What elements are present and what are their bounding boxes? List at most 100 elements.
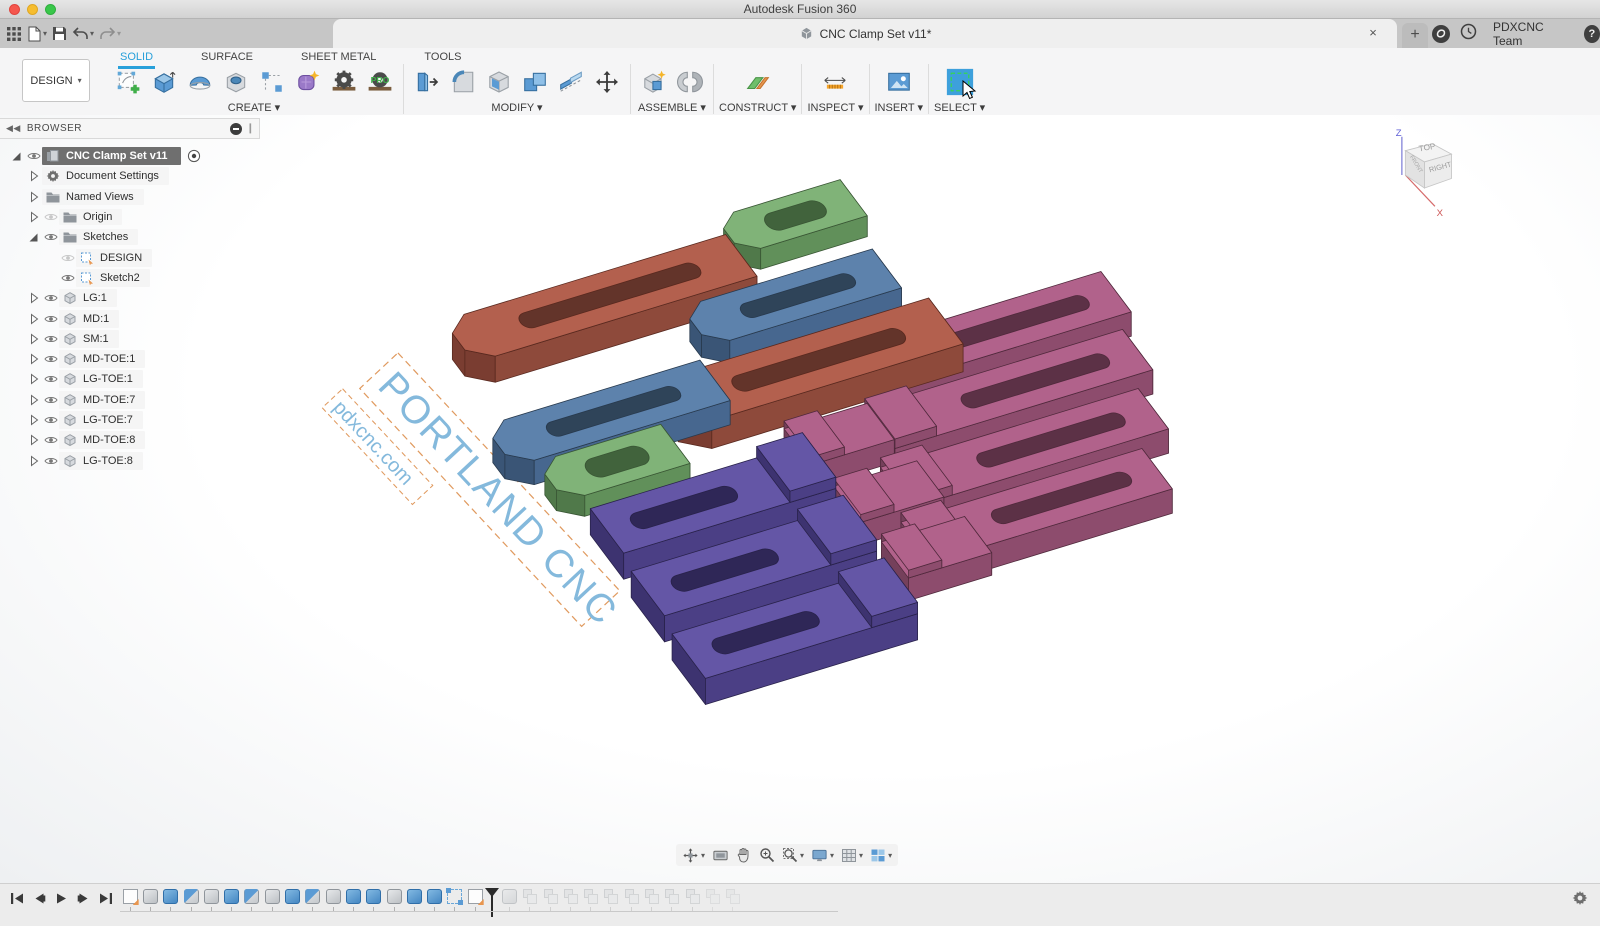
step-forward-icon[interactable] xyxy=(77,892,90,910)
browser-row-lg-toe-8[interactable]: LG-TOE:8 xyxy=(0,450,260,470)
expander-collapsed-icon[interactable] xyxy=(25,373,42,385)
viewports-icon[interactable]: ▾ xyxy=(870,848,892,863)
measure-icon[interactable] xyxy=(817,64,853,100)
browser-row-design[interactable]: DESIGN xyxy=(0,247,260,267)
panel-grip-icon[interactable]: ❙ xyxy=(246,123,255,134)
play-icon[interactable] xyxy=(55,892,68,910)
browser-row-md-toe-1[interactable]: MD-TOE:1 xyxy=(0,349,260,369)
timeline-feature-box-icon[interactable] xyxy=(265,889,280,904)
browser-row-md-toe-7[interactable]: MD-TOE:7 xyxy=(0,390,260,410)
ribbon-group-label[interactable]: SELECT ▾ xyxy=(934,101,985,114)
expander-collapsed-icon[interactable] xyxy=(25,191,42,203)
go-to-end-icon[interactable] xyxy=(99,892,113,910)
new-file-icon[interactable]: ▾ xyxy=(27,26,47,42)
expander-collapsed-icon[interactable] xyxy=(25,455,42,467)
expander-collapsed-icon[interactable] xyxy=(25,170,42,182)
browser-row-named-views[interactable]: Named Views xyxy=(0,187,260,207)
timeline-feature-extrude-icon[interactable] xyxy=(346,889,361,904)
timeline-settings-gear-icon[interactable] xyxy=(1572,890,1588,911)
green-clamp-upper[interactable] xyxy=(724,180,868,270)
browser-row-document-settings[interactable]: Document Settings xyxy=(0,166,260,186)
timeline-future-feature-icon[interactable] xyxy=(543,889,558,904)
help-icon[interactable]: ? xyxy=(1584,25,1600,43)
look-at-icon[interactable] xyxy=(712,848,729,863)
insert-image-icon[interactable] xyxy=(881,64,917,100)
gear-script-icon[interactable] xyxy=(326,64,362,100)
expander-collapsed-icon[interactable] xyxy=(25,292,42,304)
team-name[interactable]: PDXCNC Team xyxy=(1487,20,1574,48)
split-icon[interactable] xyxy=(553,64,589,100)
browser-row-origin[interactable]: Origin xyxy=(0,207,260,227)
ribbon-group-label[interactable]: ASSEMBLE ▾ xyxy=(638,101,706,114)
timeline-future-feature-icon[interactable] xyxy=(705,889,720,904)
ribbon-group-label[interactable]: CONSTRUCT ▾ xyxy=(719,101,796,114)
timeline-position-marker[interactable] xyxy=(485,889,499,917)
go-to-start-icon[interactable] xyxy=(10,892,24,910)
recent-history-icon[interactable] xyxy=(1460,23,1477,45)
timeline-feature-pattern-icon[interactable] xyxy=(447,889,462,904)
visibility-eye-icon[interactable] xyxy=(42,415,59,425)
visibility-eye-icon[interactable] xyxy=(42,354,59,364)
expander-collapsed-icon[interactable] xyxy=(25,434,42,446)
visibility-eye-icon[interactable] xyxy=(42,334,59,344)
orbit-icon[interactable]: ▾ xyxy=(682,847,705,864)
job-status-icon[interactable] xyxy=(1432,25,1450,43)
browser-header[interactable]: ◀◀ BROWSER ❙ xyxy=(0,118,260,139)
timeline-feature-box-icon[interactable] xyxy=(204,889,219,904)
visibility-eye-icon[interactable] xyxy=(42,435,59,445)
browser-row-sketch2[interactable]: Sketch2 xyxy=(0,268,260,288)
timeline-future-feature-icon[interactable] xyxy=(502,889,517,904)
browser-row-cnc-clamp-set-v11[interactable]: CNC Clamp Set v11 xyxy=(0,146,260,166)
display-settings-icon[interactable]: ▾ xyxy=(811,848,834,863)
timeline-feature-sketch-icon[interactable] xyxy=(123,889,138,904)
visibility-eye-icon[interactable] xyxy=(42,456,59,466)
ribbon-group-label[interactable]: MODIFY ▾ xyxy=(491,101,542,114)
expander-collapsed-icon[interactable] xyxy=(25,414,42,426)
form-icon[interactable] xyxy=(290,64,326,100)
browser-row-md-toe-8[interactable]: MD-TOE:8 xyxy=(0,430,260,450)
fit-icon[interactable]: ▾ xyxy=(782,847,804,863)
new-component-icon[interactable] xyxy=(636,64,672,100)
timeline-feature-chamfer-icon[interactable] xyxy=(244,889,259,904)
ribbon-group-label[interactable]: INSPECT ▾ xyxy=(807,101,863,114)
visibility-eye-icon[interactable] xyxy=(42,232,59,242)
close-tab-icon[interactable]: × xyxy=(1365,25,1381,41)
timeline-future-feature-icon[interactable] xyxy=(583,889,598,904)
ribbon-group-label[interactable]: CREATE ▾ xyxy=(228,101,280,114)
view-cube[interactable]: ZXTOPFRONTRIGHT xyxy=(1396,128,1453,219)
timeline-future-feature-icon[interactable] xyxy=(685,889,700,904)
visibility-eye-icon[interactable] xyxy=(42,395,59,405)
new-tab-button[interactable]: + xyxy=(1402,23,1428,48)
fillet-icon[interactable] xyxy=(445,64,481,100)
browser-row-md-1[interactable]: MD:1 xyxy=(0,308,260,328)
timeline-future-feature-icon[interactable] xyxy=(664,889,679,904)
timeline-feature-box-icon[interactable] xyxy=(143,889,158,904)
collapse-panel-icon[interactable]: ◀◀ xyxy=(6,123,21,134)
visibility-eye-icon[interactable] xyxy=(25,151,42,161)
timeline-future-feature-icon[interactable] xyxy=(644,889,659,904)
timeline-feature-extrude-icon[interactable] xyxy=(366,889,381,904)
visibility-eye-icon[interactable] xyxy=(42,314,59,324)
zoom-icon[interactable] xyxy=(759,847,775,863)
timeline-future-feature-icon[interactable] xyxy=(624,889,639,904)
timeline-feature-extrude-icon[interactable] xyxy=(163,889,178,904)
browser-row-sketches[interactable]: Sketches xyxy=(0,227,260,247)
activate-radio-icon[interactable] xyxy=(185,149,202,163)
undo-icon[interactable]: ▾ xyxy=(72,26,94,41)
visibility-eye-icon[interactable] xyxy=(42,293,59,303)
revolve-icon[interactable] xyxy=(182,64,218,100)
visibility-eye-icon[interactable] xyxy=(59,253,76,263)
hole-icon[interactable] xyxy=(218,64,254,100)
ribbon-group-label[interactable]: INSERT ▾ xyxy=(875,101,924,114)
create-sketch-icon[interactable] xyxy=(110,64,146,100)
press-pull-icon[interactable] xyxy=(409,64,445,100)
expander-collapsed-icon[interactable] xyxy=(25,211,42,223)
browser-row-sm-1[interactable]: SM:1 xyxy=(0,329,260,349)
browser-row-lg-toe-7[interactable]: LG-TOE:7 xyxy=(0,410,260,430)
visibility-eye-icon[interactable] xyxy=(42,212,59,222)
timeline-feature-extrude-icon[interactable] xyxy=(407,889,422,904)
expander-collapsed-icon[interactable] xyxy=(25,313,42,325)
expander-collapsed-icon[interactable] xyxy=(25,353,42,365)
timeline-feature-box-icon[interactable] xyxy=(326,889,341,904)
timeline-feature-extrude-icon[interactable] xyxy=(427,889,442,904)
